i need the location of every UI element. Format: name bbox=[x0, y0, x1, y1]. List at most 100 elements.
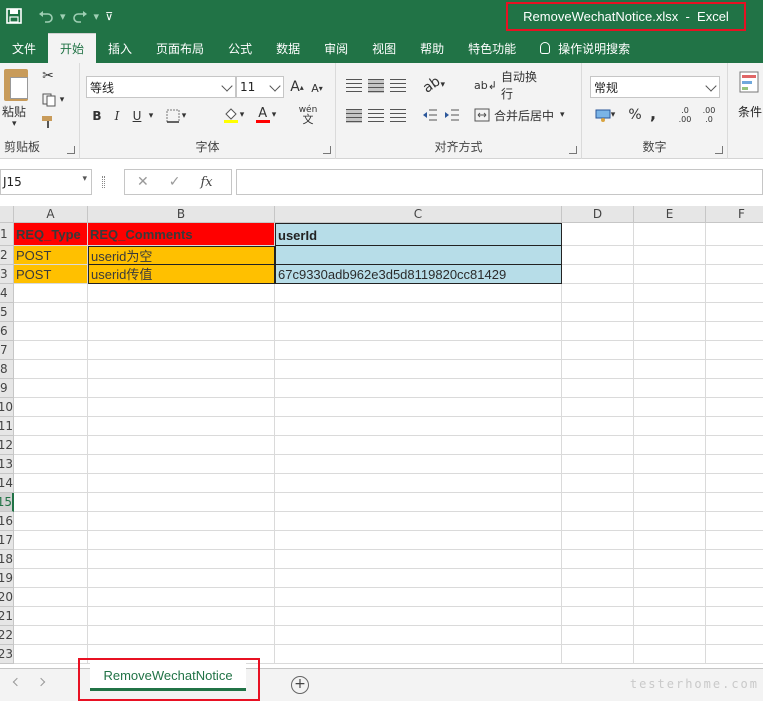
grid-cell[interactable] bbox=[275, 493, 562, 512]
grid-cell[interactable] bbox=[634, 360, 706, 379]
grid-cell[interactable] bbox=[562, 531, 634, 550]
enter-icon[interactable]: ✓ bbox=[169, 174, 181, 190]
grid-cell[interactable] bbox=[706, 493, 763, 512]
grid-cell[interactable] bbox=[88, 569, 275, 588]
row-header[interactable]: 13 bbox=[0, 455, 14, 474]
grid-cell[interactable] bbox=[706, 341, 763, 360]
grid-cell[interactable] bbox=[706, 303, 763, 322]
underline-dropdown-icon[interactable]: ▾ bbox=[146, 107, 156, 125]
grid-cell[interactable] bbox=[562, 455, 634, 474]
row-header[interactable]: 7 bbox=[0, 341, 14, 360]
align-bottom-icon[interactable] bbox=[390, 79, 406, 93]
grid-cell[interactable] bbox=[14, 322, 88, 341]
grid-cell[interactable] bbox=[275, 284, 562, 303]
row-header[interactable]: 1 bbox=[0, 223, 14, 246]
grid-cell[interactable] bbox=[88, 455, 275, 474]
grid-cell[interactable] bbox=[634, 474, 706, 493]
row-header[interactable]: 8 bbox=[0, 360, 14, 379]
grid-cell[interactable] bbox=[275, 436, 562, 455]
grid-cell[interactable] bbox=[275, 474, 562, 493]
grid-cell[interactable] bbox=[706, 322, 763, 341]
font-launcher-icon[interactable] bbox=[323, 146, 331, 154]
cut-icon[interactable]: ✂ bbox=[38, 67, 58, 85]
conditional-format-icon[interactable] bbox=[738, 69, 760, 95]
grid-cell[interactable] bbox=[634, 550, 706, 569]
grid-cell[interactable] bbox=[634, 246, 706, 265]
grid-cell[interactable] bbox=[88, 360, 275, 379]
name-box[interactable]: J15 ▾ bbox=[0, 169, 92, 195]
grid-cell[interactable] bbox=[562, 322, 634, 341]
insert-function-icon[interactable]: fx bbox=[200, 175, 212, 190]
grid-cell[interactable] bbox=[275, 455, 562, 474]
grid-cell[interactable] bbox=[88, 626, 275, 645]
grid-cell[interactable] bbox=[88, 322, 275, 341]
cell-c1[interactable]: userId bbox=[275, 223, 562, 246]
grid-cell[interactable] bbox=[14, 455, 88, 474]
grid-cell[interactable] bbox=[634, 512, 706, 531]
grid-cell[interactable] bbox=[14, 626, 88, 645]
grid-cell[interactable] bbox=[14, 417, 88, 436]
decrease-indent-icon[interactable] bbox=[420, 105, 440, 125]
grid-cell[interactable] bbox=[562, 246, 634, 265]
column-header-b[interactable]: B bbox=[88, 206, 275, 223]
grid-cell[interactable] bbox=[14, 360, 88, 379]
grid-cell[interactable] bbox=[14, 379, 88, 398]
tab-data[interactable]: 数据 bbox=[264, 33, 312, 63]
accounting-format-button[interactable]: ▾ bbox=[590, 105, 620, 125]
align-top-icon[interactable] bbox=[346, 79, 362, 93]
number-launcher-icon[interactable] bbox=[715, 146, 723, 154]
grid-cell[interactable] bbox=[634, 341, 706, 360]
grid-cell[interactable] bbox=[88, 341, 275, 360]
font-size-select[interactable]: 11 bbox=[236, 76, 284, 98]
paste-button[interactable]: 粘贴 ▾ bbox=[0, 63, 32, 135]
grid-cell[interactable] bbox=[634, 265, 706, 284]
borders-button[interactable]: ▾ bbox=[162, 107, 190, 125]
grid-cell[interactable] bbox=[706, 512, 763, 531]
orientation-button[interactable]: ab ▾ bbox=[420, 73, 448, 96]
grid-cell[interactable] bbox=[88, 493, 275, 512]
grid-cell[interactable] bbox=[562, 341, 634, 360]
grid-cell[interactable] bbox=[14, 398, 88, 417]
grid-cell[interactable] bbox=[14, 645, 88, 664]
grid-cell[interactable] bbox=[14, 607, 88, 626]
grid-cell[interactable] bbox=[14, 512, 88, 531]
tell-me-search[interactable]: 操作说明搜索 bbox=[528, 33, 642, 63]
row-header[interactable]: 19 bbox=[0, 569, 14, 588]
alignment-launcher-icon[interactable] bbox=[569, 146, 577, 154]
tab-file[interactable]: 文件 bbox=[0, 33, 48, 63]
grid-cell[interactable] bbox=[275, 341, 562, 360]
grid-cell[interactable] bbox=[562, 626, 634, 645]
grid-cell[interactable] bbox=[562, 284, 634, 303]
formula-input[interactable] bbox=[236, 169, 763, 195]
grid-cell[interactable] bbox=[14, 341, 88, 360]
grid-cell[interactable] bbox=[14, 436, 88, 455]
shrink-font-button[interactable]: A ▾ bbox=[308, 79, 326, 97]
grid-cell[interactable] bbox=[88, 417, 275, 436]
grid-cell[interactable] bbox=[88, 512, 275, 531]
grid-cell[interactable] bbox=[634, 417, 706, 436]
grid-cell[interactable] bbox=[562, 417, 634, 436]
cell-c2[interactable] bbox=[275, 246, 562, 265]
grid-cell[interactable] bbox=[562, 398, 634, 417]
grid-cell[interactable] bbox=[706, 550, 763, 569]
grid-cell[interactable] bbox=[706, 455, 763, 474]
row-header[interactable]: 9 bbox=[0, 379, 14, 398]
grid-cell[interactable] bbox=[14, 588, 88, 607]
row-header[interactable]: 14 bbox=[0, 474, 14, 493]
grid-cell[interactable] bbox=[275, 303, 562, 322]
grid-cell[interactable] bbox=[275, 588, 562, 607]
row-header[interactable]: 6 bbox=[0, 322, 14, 341]
row-header[interactable]: 17 bbox=[0, 531, 14, 550]
tab-formulas[interactable]: 公式 bbox=[216, 33, 264, 63]
grid-cell[interactable] bbox=[562, 474, 634, 493]
add-sheet-icon[interactable]: + bbox=[291, 676, 309, 694]
grid-cell[interactable] bbox=[634, 569, 706, 588]
grid-cell[interactable] bbox=[706, 284, 763, 303]
cell-b2[interactable]: userid为空 bbox=[88, 246, 275, 265]
grid-cell[interactable] bbox=[634, 588, 706, 607]
column-header-f[interactable]: F bbox=[706, 206, 763, 223]
grid-cell[interactable] bbox=[562, 303, 634, 322]
grid-cell[interactable] bbox=[706, 436, 763, 455]
phonetic-button[interactable]: wén 文 bbox=[294, 103, 322, 127]
column-header-a[interactable]: A bbox=[14, 206, 88, 223]
